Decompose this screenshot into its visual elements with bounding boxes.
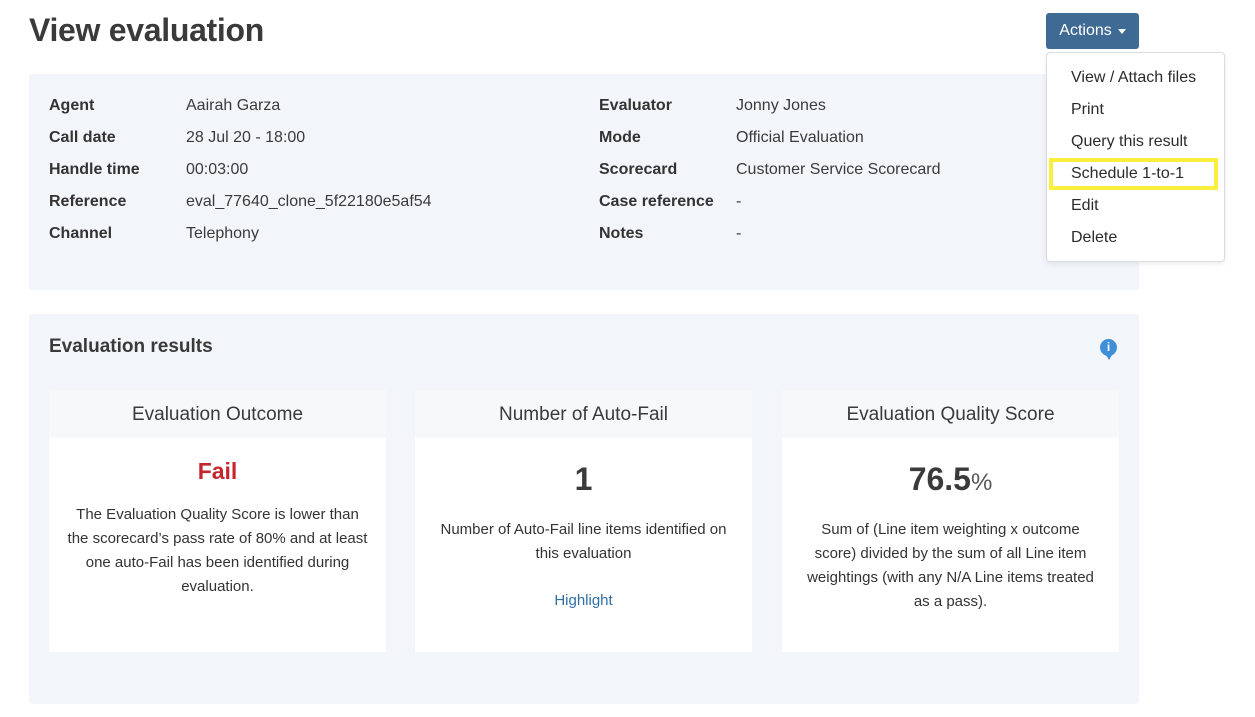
evaluation-results-panel: Evaluation results i Evaluation Outcome …	[29, 314, 1139, 704]
outcome-description: The Evaluation Quality Score is lower th…	[67, 506, 368, 595]
evaluation-results-title: Evaluation results	[49, 336, 213, 357]
auto-fail-card: Number of Auto-Fail 1 Number of Auto-Fai…	[415, 390, 752, 652]
mode-value: Official Evaluation	[736, 129, 864, 146]
page-title: View evaluation	[29, 12, 265, 48]
card-title: Number of Auto-Fail	[415, 390, 752, 438]
card-title: Evaluation Outcome	[49, 390, 386, 438]
menu-item-edit[interactable]: Edit	[1047, 190, 1224, 222]
notes-label: Notes	[599, 225, 644, 242]
call-date-value: 28 Jul 20 - 18:00	[186, 129, 306, 146]
handle-time-label: Handle time	[49, 161, 140, 178]
notes-value: -	[736, 225, 742, 242]
scorecard-value: Customer Service Scorecard	[736, 161, 941, 178]
mode-label: Mode	[599, 129, 641, 146]
quality-score-value: 76.5%	[782, 461, 1119, 499]
channel-value: Telephony	[186, 225, 259, 242]
case-reference-value: -	[736, 193, 742, 210]
menu-item-query-result[interactable]: Query this result	[1047, 126, 1224, 158]
reference-label: Reference	[49, 193, 127, 210]
menu-item-schedule-1-to-1[interactable]: Schedule 1-to-1	[1049, 158, 1218, 190]
scorecard-label: Scorecard	[599, 161, 678, 178]
percent-unit: %	[970, 469, 993, 496]
menu-item-view-attach-files[interactable]: View / Attach files	[1047, 62, 1224, 94]
quality-score-number: 76.5	[908, 461, 971, 497]
quality-score-description: Sum of (Line item weighting x outcome sc…	[807, 521, 1094, 610]
menu-item-delete[interactable]: Delete	[1047, 222, 1224, 254]
actions-button[interactable]: Actions	[1046, 13, 1139, 49]
highlight-link[interactable]: Highlight	[554, 592, 612, 609]
agent-label: Agent	[49, 97, 95, 114]
case-reference-label: Case reference	[599, 193, 714, 210]
card-title: Evaluation Quality Score	[782, 390, 1119, 438]
reference-value: eval_77640_clone_5f22180e5af54	[186, 193, 432, 210]
menu-item-print[interactable]: Print	[1047, 94, 1224, 126]
actions-button-label: Actions	[1059, 22, 1112, 39]
quality-score-card: Evaluation Quality Score 76.5% Sum of (L…	[782, 390, 1119, 652]
evaluator-value: Jonny Jones	[736, 97, 826, 114]
auto-fail-description: Number of Auto-Fail line items identifie…	[440, 521, 727, 562]
evaluator-label: Evaluator	[599, 97, 672, 114]
actions-dropdown-menu: View / Attach files Print Query this res…	[1046, 52, 1225, 262]
evaluation-outcome-card: Evaluation Outcome Fail The Evaluation Q…	[49, 390, 386, 652]
handle-time-value: 00:03:00	[186, 161, 249, 178]
evaluation-details-panel: Agent Aairah Garza Call date 28 Jul 20 -…	[29, 74, 1139, 290]
agent-value: Aairah Garza	[186, 97, 281, 114]
auto-fail-count: 1	[574, 461, 593, 497]
caret-down-icon	[1117, 29, 1126, 34]
outcome-value: Fail	[197, 458, 238, 484]
call-date-label: Call date	[49, 129, 116, 146]
channel-label: Channel	[49, 225, 113, 242]
info-icon[interactable]: i	[1100, 339, 1117, 360]
